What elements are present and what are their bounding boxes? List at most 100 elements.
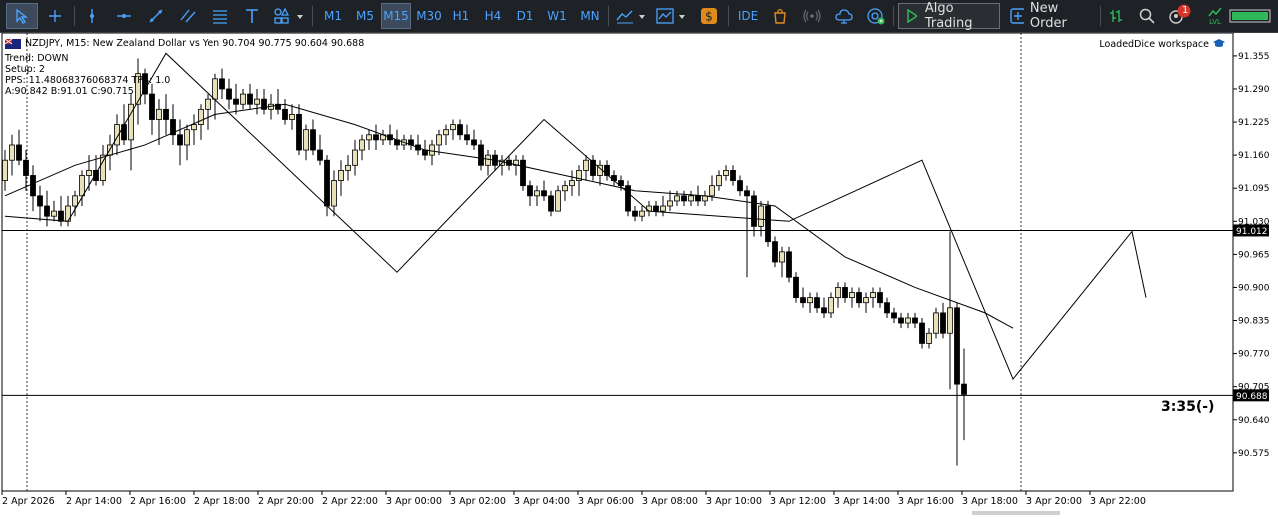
candle-bull bbox=[429, 144, 435, 156]
candle-bear bbox=[744, 190, 750, 197]
cursor-tool-icon[interactable] bbox=[6, 3, 38, 29]
candle-bear bbox=[919, 322, 925, 344]
candle-bear bbox=[856, 292, 862, 304]
candle-bull bbox=[569, 180, 575, 187]
timeframe-m1[interactable]: M1 bbox=[320, 3, 346, 29]
depth-of-market-icon[interactable] bbox=[1106, 3, 1130, 29]
y-tick-label: 91.095 bbox=[1238, 184, 1270, 194]
x-tick-label: 2 Apr 14:00 bbox=[66, 496, 122, 507]
timeframe-d1[interactable]: D1 bbox=[512, 3, 538, 29]
candle-bull bbox=[289, 114, 295, 120]
candle-bear bbox=[121, 124, 127, 141]
candle-bear bbox=[310, 129, 316, 151]
candle-bull bbox=[240, 93, 246, 105]
timeframe-m5[interactable]: M5 bbox=[352, 3, 378, 29]
dollar-icon[interactable]: $ bbox=[698, 3, 720, 29]
candle-bull bbox=[331, 180, 337, 207]
candle-bull bbox=[947, 307, 953, 334]
x-tick-label: 3 Apr 14:00 bbox=[834, 496, 890, 507]
candle-bear bbox=[324, 159, 330, 207]
market-bag-icon[interactable] bbox=[768, 3, 792, 29]
fibonacci-icon[interactable] bbox=[208, 3, 232, 29]
candle-bear bbox=[695, 195, 701, 202]
info-setup: Setup: 2 bbox=[5, 64, 45, 75]
candle-bear bbox=[653, 205, 659, 212]
candle-bull bbox=[205, 98, 211, 110]
horizontal-line-icon[interactable] bbox=[112, 3, 136, 29]
candle-bull bbox=[870, 292, 876, 299]
x-tick-label: 2 Apr 2026 bbox=[2, 496, 55, 507]
chart-canvas[interactable]: 91.35591.29091.22591.16091.09591.03090.9… bbox=[0, 32, 1278, 515]
candle-bull bbox=[352, 149, 358, 166]
candle-bull bbox=[926, 332, 932, 344]
timeframe-h4[interactable]: H4 bbox=[480, 3, 506, 29]
level-indicator[interactable]: LVL bbox=[1204, 3, 1226, 29]
y-tick-label: 91.225 bbox=[1238, 118, 1270, 128]
text-tool-icon[interactable] bbox=[240, 3, 264, 29]
candle-bear bbox=[464, 134, 470, 141]
timeframe-h1[interactable]: H1 bbox=[448, 3, 474, 29]
notifications-icon[interactable]: 1 bbox=[1164, 3, 1192, 29]
candle-bear bbox=[961, 383, 967, 395]
candle-bear bbox=[373, 134, 379, 141]
level-label: LVL bbox=[1209, 18, 1221, 26]
candle-bear bbox=[422, 149, 428, 156]
candle-bear bbox=[149, 93, 155, 120]
new-order-button[interactable]: New Order bbox=[1004, 1, 1096, 31]
vertical-line-icon[interactable] bbox=[80, 3, 104, 29]
candle-bear bbox=[751, 195, 757, 227]
candle-bull bbox=[807, 297, 813, 304]
channel-icon[interactable] bbox=[176, 3, 200, 29]
candle-bull bbox=[933, 312, 939, 334]
timeframe-mn[interactable]: MN bbox=[576, 3, 604, 29]
cloud-icon[interactable] bbox=[832, 3, 856, 29]
candle-bear bbox=[527, 185, 533, 197]
chart-type-icon[interactable] bbox=[614, 3, 650, 29]
timeframe-m30[interactable]: M30 bbox=[414, 3, 444, 29]
x-tick-label: 3 Apr 22:00 bbox=[1090, 496, 1146, 507]
candle-bear bbox=[877, 292, 883, 304]
signal-icon[interactable] bbox=[800, 3, 824, 29]
candle-bear bbox=[296, 114, 302, 151]
candle-bull bbox=[583, 159, 589, 171]
timeframe-w1[interactable]: W1 bbox=[544, 3, 570, 29]
candle-bull bbox=[79, 175, 85, 197]
algo-trading-button[interactable]: Algo Trading bbox=[898, 1, 1000, 31]
trendline-icon[interactable] bbox=[144, 3, 168, 29]
ide-button[interactable]: IDE bbox=[734, 3, 762, 29]
crosshair-icon[interactable] bbox=[42, 3, 68, 29]
candle-bull bbox=[723, 169, 729, 176]
candle-bear bbox=[30, 175, 36, 197]
candle-bear bbox=[478, 144, 484, 166]
candle-bear bbox=[44, 205, 50, 217]
candle-bear bbox=[681, 195, 687, 202]
candle-bear bbox=[730, 169, 736, 181]
x-tick-label: 2 Apr 16:00 bbox=[130, 496, 186, 507]
y-tick-label: 90.770 bbox=[1238, 350, 1270, 360]
timeframe-m15[interactable]: M15 bbox=[381, 3, 411, 29]
candle-bear bbox=[814, 297, 820, 309]
y-tick-label: 91.290 bbox=[1238, 85, 1270, 95]
candle-bull bbox=[345, 164, 351, 171]
candle-bear bbox=[16, 144, 22, 161]
candle-bull bbox=[9, 144, 15, 161]
candle-bear bbox=[58, 210, 64, 222]
candle-bear bbox=[891, 312, 897, 319]
price-chart[interactable]: 91.355 91.290 91.225 91.160 91.095 91.030 90.9… bbox=[0, 32, 1278, 515]
candle-bear bbox=[800, 297, 806, 304]
candle-bear bbox=[23, 159, 29, 176]
shapes-icon[interactable] bbox=[270, 3, 306, 29]
candle-bull bbox=[443, 129, 449, 136]
x-tick-label: 3 Apr 08:00 bbox=[642, 496, 698, 507]
vps-icon[interactable] bbox=[864, 3, 888, 29]
candle-bear bbox=[898, 317, 904, 324]
search-icon[interactable] bbox=[1136, 3, 1158, 29]
candle-bear bbox=[940, 312, 946, 334]
y-tick-label: 90.835 bbox=[1238, 317, 1270, 327]
candle-bull bbox=[562, 185, 568, 192]
candle-bull bbox=[646, 205, 652, 212]
info-abc: A:90.842 B:91.01 C:90.715 bbox=[5, 86, 134, 97]
indicators-icon[interactable] bbox=[654, 3, 690, 29]
candle-bear bbox=[548, 195, 554, 212]
scroll-indicator bbox=[972, 511, 1060, 515]
